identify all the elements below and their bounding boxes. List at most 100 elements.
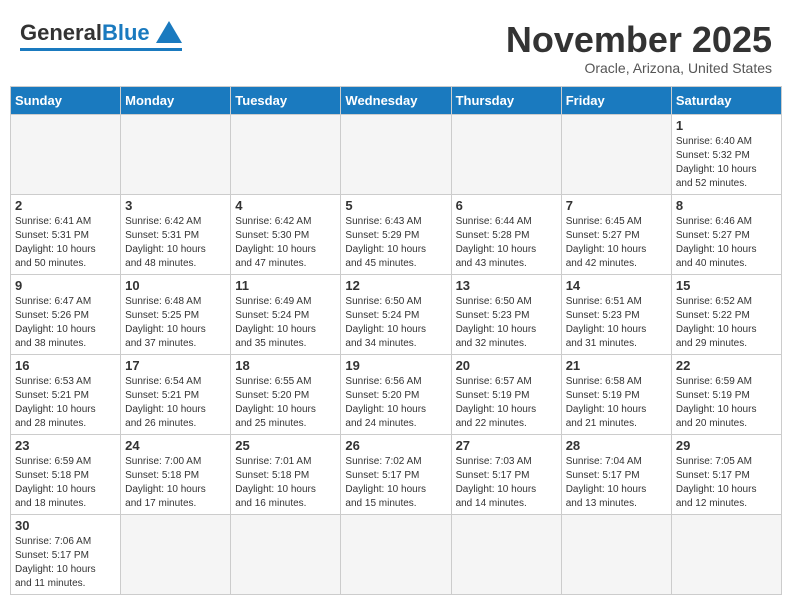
day-number: 19 [345,358,446,373]
calendar-cell [121,514,231,594]
calendar-cell [451,514,561,594]
day-number: 28 [566,438,667,453]
calendar-cell: 20 Sunrise: 6:57 AM Sunset: 5:19 PM Dayli… [451,354,561,434]
day-info: Sunrise: 6:56 AM Sunset: 5:20 PM Dayligh… [345,375,446,431]
day-number: 15 [676,278,777,293]
day-number: 1 [676,118,777,133]
calendar-cell: 10Sunrise: 6:48 AM Sunset: 5:25 PM Dayli… [121,274,231,354]
calendar-cell: 5Sunrise: 6:43 AM Sunset: 5:29 PM Daylig… [341,194,451,274]
calendar-cell: 28 Sunrise: 7:04 AM Sunset: 5:17 PM Dayli… [561,434,671,514]
calendar-row: 2 Sunrise: 6:41 AM Sunset: 5:31 PM Daylig… [11,194,782,274]
month-title: November 2025 [506,20,772,60]
day-number: 30 [15,518,116,533]
calendar-row: 30 Sunrise: 7:06 AM Sunset: 5:17 PM Dayli… [11,514,782,594]
weekday-header-wednesday: Wednesday [341,86,451,114]
weekday-header-thursday: Thursday [451,86,561,114]
calendar-cell: 17 Sunrise: 6:54 AM Sunset: 5:21 PM Dayli… [121,354,231,434]
calendar-cell: 7 Sunrise: 6:45 AM Sunset: 5:27 PM Daylig… [561,194,671,274]
day-info: Sunrise: 6:57 AM Sunset: 5:19 PM Dayligh… [456,375,557,431]
calendar-cell [561,514,671,594]
day-info: Sunrise: 7:04 AM Sunset: 5:17 PM Dayligh… [566,455,667,511]
calendar-cell: 21Sunrise: 6:58 AM Sunset: 5:19 PM Dayli… [561,354,671,434]
day-info: Sunrise: 6:45 AM Sunset: 5:27 PM Dayligh… [566,215,667,271]
calendar-cell: 6 Sunrise: 6:44 AM Sunset: 5:28 PM Daylig… [451,194,561,274]
logo-underline [20,48,182,51]
calendar-cell: 4 Sunrise: 6:42 AM Sunset: 5:30 PM Daylig… [231,194,341,274]
day-number: 20 [456,358,557,373]
calendar-cell: 2 Sunrise: 6:41 AM Sunset: 5:31 PM Daylig… [11,194,121,274]
day-info: Sunrise: 6:53 AM Sunset: 5:21 PM Dayligh… [15,375,116,431]
day-info: Sunrise: 6:42 AM Sunset: 5:31 PM Dayligh… [125,215,226,271]
calendar-cell: 13 Sunrise: 6:50 AM Sunset: 5:23 PM Dayli… [451,274,561,354]
logo: GeneralBlue [20,20,182,51]
day-info: Sunrise: 6:48 AM Sunset: 5:25 PM Dayligh… [125,295,226,351]
calendar-cell: 29Sunrise: 7:05 AM Sunset: 5:17 PM Dayli… [671,434,781,514]
calendar-cell [341,114,451,194]
day-number: 21 [566,358,667,373]
calendar-cell: 24Sunrise: 7:00 AM Sunset: 5:18 PM Dayli… [121,434,231,514]
day-info: Sunrise: 7:06 AM Sunset: 5:17 PM Dayligh… [15,535,116,591]
day-info: Sunrise: 6:43 AM Sunset: 5:29 PM Dayligh… [345,215,446,271]
day-number: 23 [15,438,116,453]
calendar-cell [341,514,451,594]
day-info: Sunrise: 6:47 AM Sunset: 5:26 PM Dayligh… [15,295,116,351]
day-info: Sunrise: 7:05 AM Sunset: 5:17 PM Dayligh… [676,455,777,511]
day-info: Sunrise: 6:59 AM Sunset: 5:19 PM Dayligh… [676,375,777,431]
day-number: 6 [456,198,557,213]
day-info: Sunrise: 6:50 AM Sunset: 5:24 PM Dayligh… [345,295,446,351]
day-number: 25 [235,438,336,453]
day-number: 17 [125,358,226,373]
day-number: 7 [566,198,667,213]
calendar-cell: 22 Sunrise: 6:59 AM Sunset: 5:19 PM Dayli… [671,354,781,434]
calendar-cell: 19 Sunrise: 6:56 AM Sunset: 5:20 PM Dayli… [341,354,451,434]
day-info: Sunrise: 6:50 AM Sunset: 5:23 PM Dayligh… [456,295,557,351]
day-number: 27 [456,438,557,453]
calendar-cell [121,114,231,194]
calendar-cell [671,514,781,594]
calendar-row: 16 Sunrise: 6:53 AM Sunset: 5:21 PM Dayli… [11,354,782,434]
day-number: 2 [15,198,116,213]
calendar-cell: 15Sunrise: 6:52 AM Sunset: 5:22 PM Dayli… [671,274,781,354]
calendar-cell: 25Sunrise: 7:01 AM Sunset: 5:18 PM Dayli… [231,434,341,514]
calendar-cell: 8Sunrise: 6:46 AM Sunset: 5:27 PM Daylig… [671,194,781,274]
day-info: Sunrise: 7:00 AM Sunset: 5:18 PM Dayligh… [125,455,226,511]
weekday-header-sunday: Sunday [11,86,121,114]
logo-blue: Blue [102,20,150,46]
calendar-cell [231,114,341,194]
calendar: SundayMondayTuesdayWednesdayThursdayFrid… [10,86,782,595]
calendar-cell [451,114,561,194]
day-number: 3 [125,198,226,213]
calendar-cell: 14Sunrise: 6:51 AM Sunset: 5:23 PM Dayli… [561,274,671,354]
day-number: 16 [15,358,116,373]
day-info: Sunrise: 6:44 AM Sunset: 5:28 PM Dayligh… [456,215,557,271]
day-info: Sunrise: 6:55 AM Sunset: 5:20 PM Dayligh… [235,375,336,431]
day-info: Sunrise: 6:41 AM Sunset: 5:31 PM Dayligh… [15,215,116,271]
logo-general: General [20,20,102,46]
weekday-header-saturday: Saturday [671,86,781,114]
day-info: Sunrise: 6:46 AM Sunset: 5:27 PM Dayligh… [676,215,777,271]
day-info: Sunrise: 6:59 AM Sunset: 5:18 PM Dayligh… [15,455,116,511]
day-info: Sunrise: 7:02 AM Sunset: 5:17 PM Dayligh… [345,455,446,511]
calendar-cell: 30 Sunrise: 7:06 AM Sunset: 5:17 PM Dayli… [11,514,121,594]
day-number: 4 [235,198,336,213]
day-number: 13 [456,278,557,293]
calendar-cell: 3 Sunrise: 6:42 AM Sunset: 5:31 PM Daylig… [121,194,231,274]
calendar-header-row: SundayMondayTuesdayWednesdayThursdayFrid… [11,86,782,114]
calendar-cell: 18Sunrise: 6:55 AM Sunset: 5:20 PM Dayli… [231,354,341,434]
logo-triangle-icon [156,21,182,43]
calendar-row: 1 Sunrise: 6:40 AM Sunset: 5:32 PM Daylig… [11,114,782,194]
day-info: Sunrise: 6:42 AM Sunset: 5:30 PM Dayligh… [235,215,336,271]
title-area: November 2025 Oracle, Arizona, United St… [506,20,772,76]
calendar-cell: 1 Sunrise: 6:40 AM Sunset: 5:32 PM Daylig… [671,114,781,194]
calendar-cell [11,114,121,194]
day-number: 22 [676,358,777,373]
day-info: Sunrise: 6:40 AM Sunset: 5:32 PM Dayligh… [676,135,777,191]
calendar-cell: 16 Sunrise: 6:53 AM Sunset: 5:21 PM Dayli… [11,354,121,434]
day-info: Sunrise: 6:54 AM Sunset: 5:21 PM Dayligh… [125,375,226,431]
header-area: GeneralBlue November 2025 Oracle, Arizon… [10,10,782,81]
weekday-header-tuesday: Tuesday [231,86,341,114]
calendar-row: 23 Sunrise: 6:59 AM Sunset: 5:18 PM Dayli… [11,434,782,514]
calendar-cell: 11Sunrise: 6:49 AM Sunset: 5:24 PM Dayli… [231,274,341,354]
day-number: 9 [15,278,116,293]
weekday-header-monday: Monday [121,86,231,114]
